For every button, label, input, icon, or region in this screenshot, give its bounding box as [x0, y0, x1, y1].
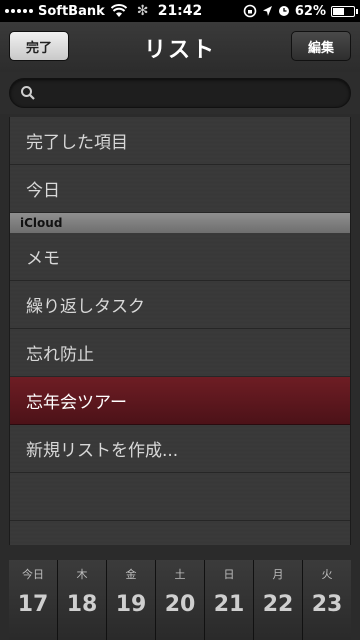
search-field[interactable] [9, 78, 351, 108]
day-cell[interactable]: 日 21 [205, 560, 254, 640]
status-time: 21:42 [157, 3, 203, 19]
day-date: 18 [66, 592, 98, 617]
list-item-completed[interactable]: 完了した項目 [10, 117, 350, 165]
day-cell[interactable]: 金 19 [107, 560, 156, 640]
day-date: 21 [213, 592, 245, 617]
day-selector: 今日 17 木 18 金 19 土 20 日 21 月 22 火 23 [9, 560, 351, 640]
day-of-week: 土 [174, 568, 186, 581]
day-cell[interactable]: 土 20 [156, 560, 205, 640]
day-of-week: 月 [272, 568, 284, 581]
day-cell-today[interactable]: 今日 17 [9, 560, 58, 640]
list-item[interactable]: 繰り返しタスク [10, 281, 350, 329]
search-bar [0, 72, 360, 114]
day-cell[interactable]: 月 22 [254, 560, 303, 640]
battery-icon [331, 5, 358, 17]
list-item-today[interactable]: 今日 [10, 165, 350, 213]
lists-table: 完了した項目 今日 iCloud メモ 繰り返しタスク 忘れ防止 忘年会ツアー … [9, 117, 351, 545]
day-of-week: 火 [321, 568, 333, 581]
day-date: 17 [17, 592, 49, 617]
day-cell[interactable]: 火 23 [303, 560, 351, 640]
day-date: 22 [262, 592, 294, 617]
day-of-week: 今日 [22, 568, 44, 581]
list-item-selected[interactable]: 忘年会ツアー [10, 377, 350, 425]
search-input[interactable] [42, 83, 346, 105]
day-of-week: 木 [76, 568, 88, 581]
section-header-icloud: iCloud [10, 213, 350, 233]
list-item[interactable]: 忘れ防止 [10, 329, 350, 377]
day-date: 20 [164, 592, 196, 617]
day-cell[interactable]: 木 18 [58, 560, 107, 640]
create-new-list-item[interactable]: 新規リストを作成... [10, 425, 350, 473]
day-of-week: 金 [125, 568, 137, 581]
edit-button[interactable]: 編集 [291, 31, 351, 61]
navigation-bar: 完了 リスト 編集 [0, 22, 360, 72]
day-of-week: 日 [223, 568, 235, 581]
empty-row [10, 473, 350, 521]
search-icon [21, 86, 35, 100]
day-date: 23 [311, 592, 343, 617]
status-bar: SoftBank ✻ 21:42 62% [0, 0, 360, 22]
day-date: 19 [115, 592, 147, 617]
list-item[interactable]: メモ [10, 233, 350, 281]
